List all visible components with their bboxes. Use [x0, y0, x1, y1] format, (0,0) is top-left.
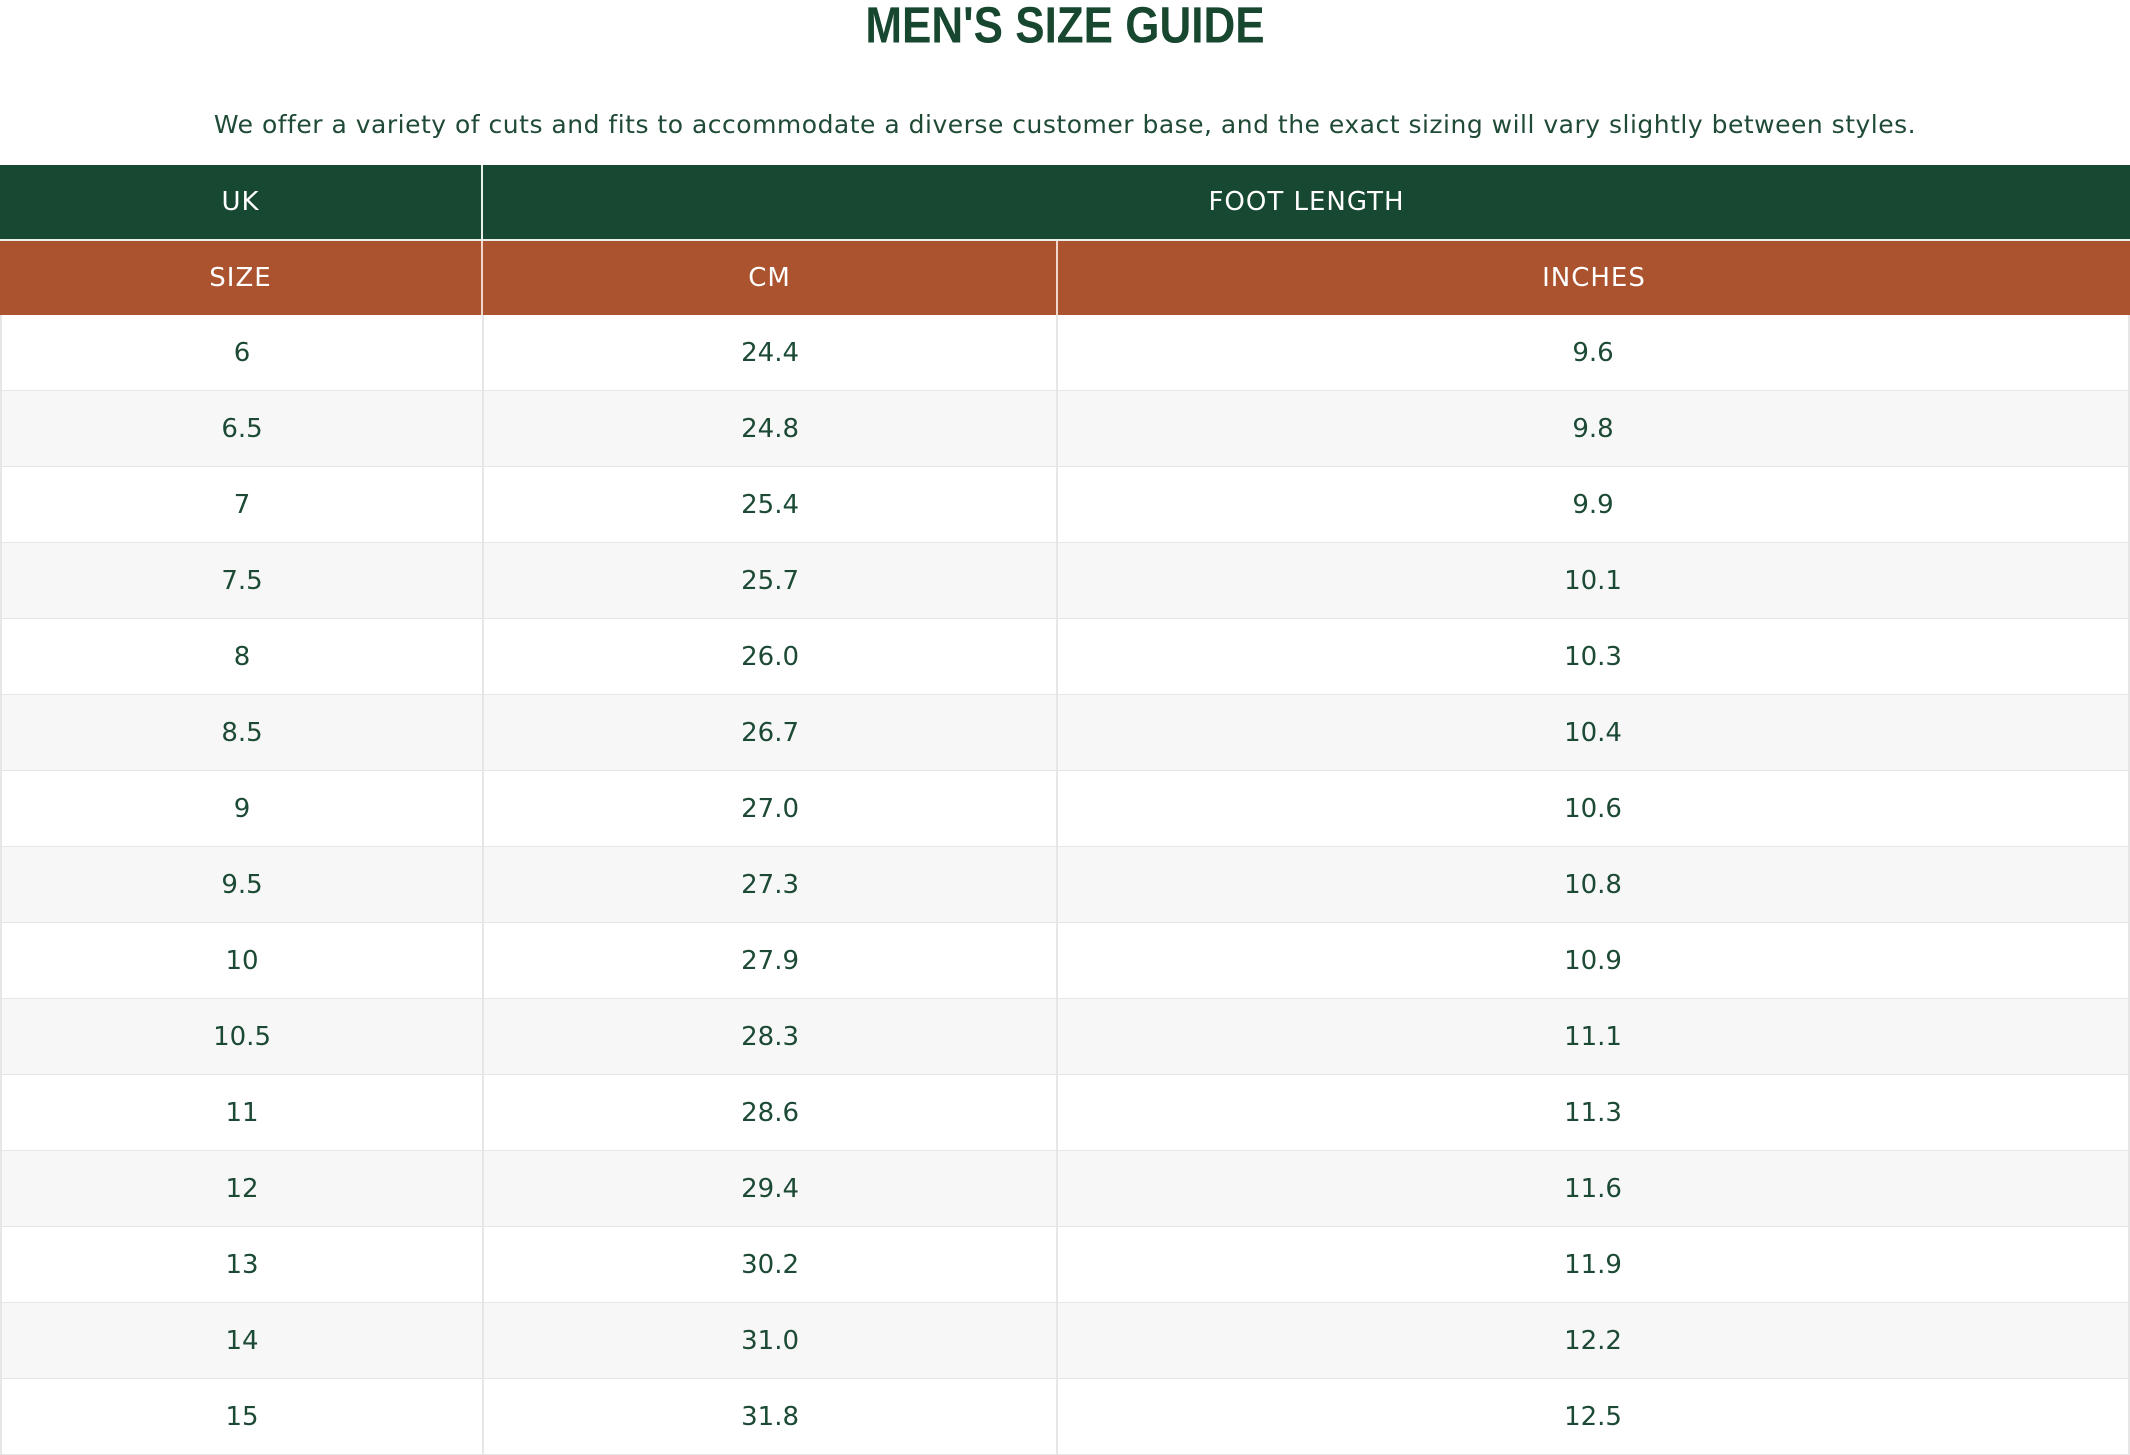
table-row: 7.5 25.7 10.1 — [2, 543, 2128, 619]
cell-size: 10.5 — [2, 999, 485, 1074]
table-row: 7 25.4 9.9 — [2, 467, 2128, 543]
cell-inches: 11.1 — [1564, 1021, 1622, 1052]
group-header-row: UK FOOT LENGTH — [0, 165, 2130, 239]
cell-inches: 10.3 — [1564, 641, 1622, 672]
cell-inches: 10.9 — [1564, 945, 1622, 976]
cell-cm: 27.0 — [484, 771, 1059, 846]
table-row: 9.5 27.3 10.8 — [2, 847, 2128, 923]
cell-size: 6 — [2, 315, 485, 390]
cell-size: 12 — [2, 1151, 485, 1226]
group-header-foot-length: FOOT LENGTH — [1208, 187, 1405, 217]
cell-cm: 26.0 — [484, 619, 1059, 694]
cell-inches: 11.3 — [1564, 1097, 1622, 1128]
table-row: 10 27.9 10.9 — [2, 923, 2128, 999]
table-row: 9 27.0 10.6 — [2, 771, 2128, 847]
cell-cm: 31.8 — [484, 1379, 1059, 1454]
page-title: MEN'S SIZE GUIDE — [865, 0, 1265, 55]
cell-size: 9 — [2, 771, 485, 846]
cell-inches: 10.1 — [1564, 565, 1622, 596]
cell-cm: 31.0 — [484, 1303, 1059, 1378]
cell-cm: 30.2 — [484, 1227, 1059, 1302]
page-subtitle: We offer a variety of cuts and fits to a… — [213, 110, 1917, 139]
cell-size: 15 — [2, 1379, 485, 1454]
column-header-cm: CM — [483, 241, 1058, 315]
cell-inches: 10.8 — [1564, 869, 1622, 900]
table-row: 12 29.4 11.6 — [2, 1151, 2128, 1227]
cell-size: 9.5 — [2, 847, 485, 922]
cell-size: 8 — [2, 619, 485, 694]
table-row: 13 30.2 11.9 — [2, 1227, 2128, 1303]
cell-cm: 27.3 — [484, 847, 1059, 922]
cell-size: 14 — [2, 1303, 485, 1378]
table-body: 6 24.4 9.6 6.5 24.8 9.8 7 25.4 9.9 7.5 25.7 10.1 8 26… — [0, 315, 2130, 1455]
table-row: 8.5 26.7 10.4 — [2, 695, 2128, 771]
cell-inches: 9.9 — [1572, 489, 1614, 520]
table-row: 8 26.0 10.3 — [2, 619, 2128, 695]
cell-cm: 25.4 — [484, 467, 1059, 542]
cell-cm: 24.4 — [484, 315, 1059, 390]
cell-inches: 11.9 — [1564, 1249, 1622, 1280]
column-header-row: SIZE CM INCHES — [0, 239, 2130, 315]
cell-cm: 25.7 — [484, 543, 1059, 618]
group-header-uk: UK — [0, 165, 483, 239]
table-row: 14 31.0 12.2 — [2, 1303, 2128, 1379]
cell-inches: 10.4 — [1564, 717, 1622, 748]
size-guide-table: UK FOOT LENGTH SIZE CM INCHES 6 24.4 9.6 6.… — [0, 165, 2130, 1455]
table-row: 11 28.6 11.3 — [2, 1075, 2128, 1151]
cell-size: 8.5 — [2, 695, 485, 770]
table-row: 6.5 24.8 9.8 — [2, 391, 2128, 467]
cell-size: 11 — [2, 1075, 485, 1150]
cell-inches: 10.6 — [1564, 793, 1622, 824]
cell-size: 13 — [2, 1227, 485, 1302]
column-header-inches: INCHES — [1542, 263, 1646, 293]
cell-inches: 11.6 — [1564, 1173, 1622, 1204]
cell-size: 7 — [2, 467, 485, 542]
cell-size: 6.5 — [2, 391, 485, 466]
cell-cm: 27.9 — [484, 923, 1059, 998]
cell-size: 7.5 — [2, 543, 485, 618]
table-row: 10.5 28.3 11.1 — [2, 999, 2128, 1075]
cell-inches: 9.6 — [1572, 337, 1614, 368]
cell-inches: 12.5 — [1564, 1401, 1622, 1432]
cell-inches: 12.2 — [1564, 1325, 1622, 1356]
cell-cm: 28.3 — [484, 999, 1059, 1074]
cell-cm: 29.4 — [484, 1151, 1059, 1226]
cell-cm: 24.8 — [484, 391, 1059, 466]
cell-cm: 28.6 — [484, 1075, 1059, 1150]
table-row: 6 24.4 9.6 — [2, 315, 2128, 391]
table-row: 15 31.8 12.5 — [2, 1379, 2128, 1455]
cell-cm: 26.7 — [484, 695, 1059, 770]
column-header-size: SIZE — [0, 241, 483, 315]
cell-inches: 9.8 — [1572, 413, 1614, 444]
cell-size: 10 — [2, 923, 485, 998]
